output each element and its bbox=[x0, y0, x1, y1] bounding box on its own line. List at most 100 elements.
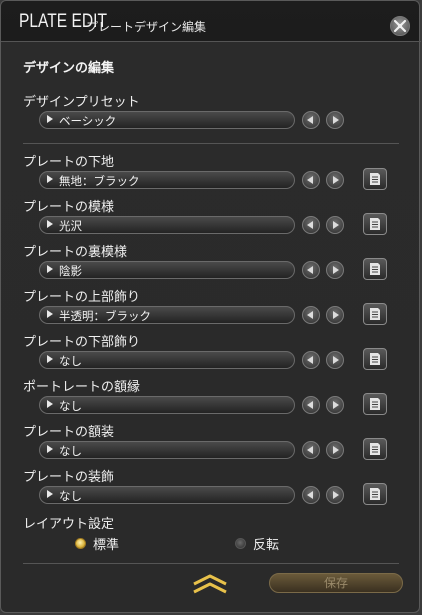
row-label: プレートの模様 bbox=[23, 200, 115, 215]
row-next-button[interactable] bbox=[326, 216, 344, 234]
plate-edit-window: PLATE EDIT プレートデザイン編集 デザインの編集 デザインプリセット … bbox=[0, 0, 421, 613]
chevron-right-icon bbox=[333, 116, 339, 124]
row-edit-button[interactable] bbox=[363, 393, 387, 415]
row-edit-button[interactable] bbox=[363, 483, 387, 505]
layout-label: レイアウト設定 bbox=[23, 517, 115, 532]
row-edit-button[interactable] bbox=[363, 438, 387, 460]
radio-standard[interactable] bbox=[75, 538, 86, 549]
dropdown-arrow-icon bbox=[47, 355, 53, 363]
row-next-button[interactable] bbox=[326, 486, 344, 504]
row-prev-button[interactable] bbox=[302, 261, 320, 279]
row-dropdown[interactable]: 陰影 bbox=[39, 261, 295, 279]
row-value: 無地：ブラック bbox=[59, 174, 140, 188]
dropdown-arrow-icon bbox=[47, 445, 53, 453]
dropdown-arrow-icon bbox=[47, 490, 53, 498]
document-icon bbox=[370, 218, 380, 230]
preset-dropdown[interactable]: ベーシック bbox=[39, 111, 295, 129]
window-subtitle: プレートデザイン編集 bbox=[86, 20, 207, 34]
row-next-button[interactable] bbox=[326, 441, 344, 459]
double-chevron-up-icon bbox=[193, 574, 227, 594]
radio-standard-label: 標準 bbox=[93, 538, 120, 553]
document-icon bbox=[370, 443, 380, 455]
row-prev-button[interactable] bbox=[302, 396, 320, 414]
chevron-right-icon bbox=[333, 401, 339, 409]
row-edit-button[interactable] bbox=[363, 168, 387, 190]
chevron-left-icon bbox=[307, 221, 313, 229]
chevron-right-icon bbox=[333, 446, 339, 454]
chevron-right-icon bbox=[333, 176, 339, 184]
row-value: なし bbox=[59, 399, 82, 413]
row-value: なし bbox=[59, 444, 82, 458]
row-prev-button[interactable] bbox=[302, 216, 320, 234]
document-icon bbox=[370, 308, 380, 320]
row-dropdown[interactable]: なし bbox=[39, 351, 295, 369]
row-edit-button[interactable] bbox=[363, 348, 387, 370]
row-dropdown[interactable]: 光沢 bbox=[39, 216, 295, 234]
row-next-button[interactable] bbox=[326, 396, 344, 414]
row-prev-button[interactable] bbox=[302, 306, 320, 324]
dropdown-arrow-icon bbox=[47, 400, 53, 408]
row-label: プレートの下地 bbox=[23, 155, 115, 170]
chevron-left-icon bbox=[307, 266, 313, 274]
row-label: プレートの下部飾り bbox=[23, 335, 141, 350]
row-prev-button[interactable] bbox=[302, 351, 320, 369]
row-next-button[interactable] bbox=[326, 306, 344, 324]
dropdown-arrow-icon bbox=[47, 175, 53, 183]
radio-reverse-label: 反転 bbox=[253, 538, 280, 553]
row-label: プレートの額装 bbox=[23, 425, 115, 440]
radio-reverse[interactable] bbox=[235, 538, 246, 549]
document-icon bbox=[370, 353, 380, 365]
row-next-button[interactable] bbox=[326, 261, 344, 279]
chevron-right-icon bbox=[333, 491, 339, 499]
row-edit-button[interactable] bbox=[363, 258, 387, 280]
save-button[interactable]: 保存 bbox=[269, 573, 403, 593]
dropdown-arrow-icon bbox=[47, 310, 53, 318]
chevron-left-icon bbox=[307, 356, 313, 364]
chevron-right-icon bbox=[333, 311, 339, 319]
preset-value: ベーシック bbox=[59, 114, 117, 128]
document-icon bbox=[370, 398, 380, 410]
row-value: なし bbox=[59, 354, 82, 368]
chevron-left-icon bbox=[307, 446, 313, 454]
chevron-right-icon bbox=[333, 266, 339, 274]
row-dropdown[interactable]: なし bbox=[39, 396, 295, 414]
row-next-button[interactable] bbox=[326, 351, 344, 369]
row-value: なし bbox=[59, 489, 82, 503]
dropdown-arrow-icon bbox=[47, 115, 53, 123]
chevron-left-icon bbox=[307, 311, 313, 319]
row-dropdown[interactable]: 無地：ブラック bbox=[39, 171, 295, 189]
preset-label: デザインプリセット bbox=[23, 95, 140, 110]
row-edit-button[interactable] bbox=[363, 213, 387, 235]
chevron-left-icon bbox=[307, 176, 313, 184]
row-label: ポートレートの額縁 bbox=[23, 380, 141, 395]
row-value: 光沢 bbox=[59, 219, 82, 233]
title-bar: PLATE EDIT プレートデザイン編集 bbox=[1, 1, 421, 42]
dropdown-arrow-icon bbox=[47, 220, 53, 228]
row-prev-button[interactable] bbox=[302, 441, 320, 459]
row-prev-button[interactable] bbox=[302, 171, 320, 189]
divider bbox=[23, 143, 399, 144]
row-next-button[interactable] bbox=[326, 171, 344, 189]
chevron-left-icon bbox=[307, 116, 313, 124]
collapse-button[interactable] bbox=[189, 573, 231, 595]
row-value: 半透明：ブラック bbox=[59, 309, 151, 323]
document-icon bbox=[370, 173, 380, 185]
close-button[interactable] bbox=[390, 16, 410, 36]
row-label: プレートの裏模様 bbox=[23, 245, 128, 260]
document-icon bbox=[370, 488, 380, 500]
row-edit-button[interactable] bbox=[363, 303, 387, 325]
document-icon bbox=[370, 263, 380, 275]
divider bbox=[23, 563, 399, 564]
preset-next-button[interactable] bbox=[326, 111, 344, 129]
chevron-left-icon bbox=[307, 491, 313, 499]
chevron-right-icon bbox=[333, 221, 339, 229]
preset-prev-button[interactable] bbox=[302, 111, 320, 129]
row-prev-button[interactable] bbox=[302, 486, 320, 504]
row-dropdown[interactable]: 半透明：ブラック bbox=[39, 306, 295, 324]
close-icon bbox=[393, 19, 407, 33]
chevron-left-icon bbox=[307, 401, 313, 409]
row-dropdown[interactable]: なし bbox=[39, 486, 295, 504]
section-heading: デザインの編集 bbox=[23, 61, 115, 76]
row-label: プレートの上部飾り bbox=[23, 290, 141, 305]
row-dropdown[interactable]: なし bbox=[39, 441, 295, 459]
